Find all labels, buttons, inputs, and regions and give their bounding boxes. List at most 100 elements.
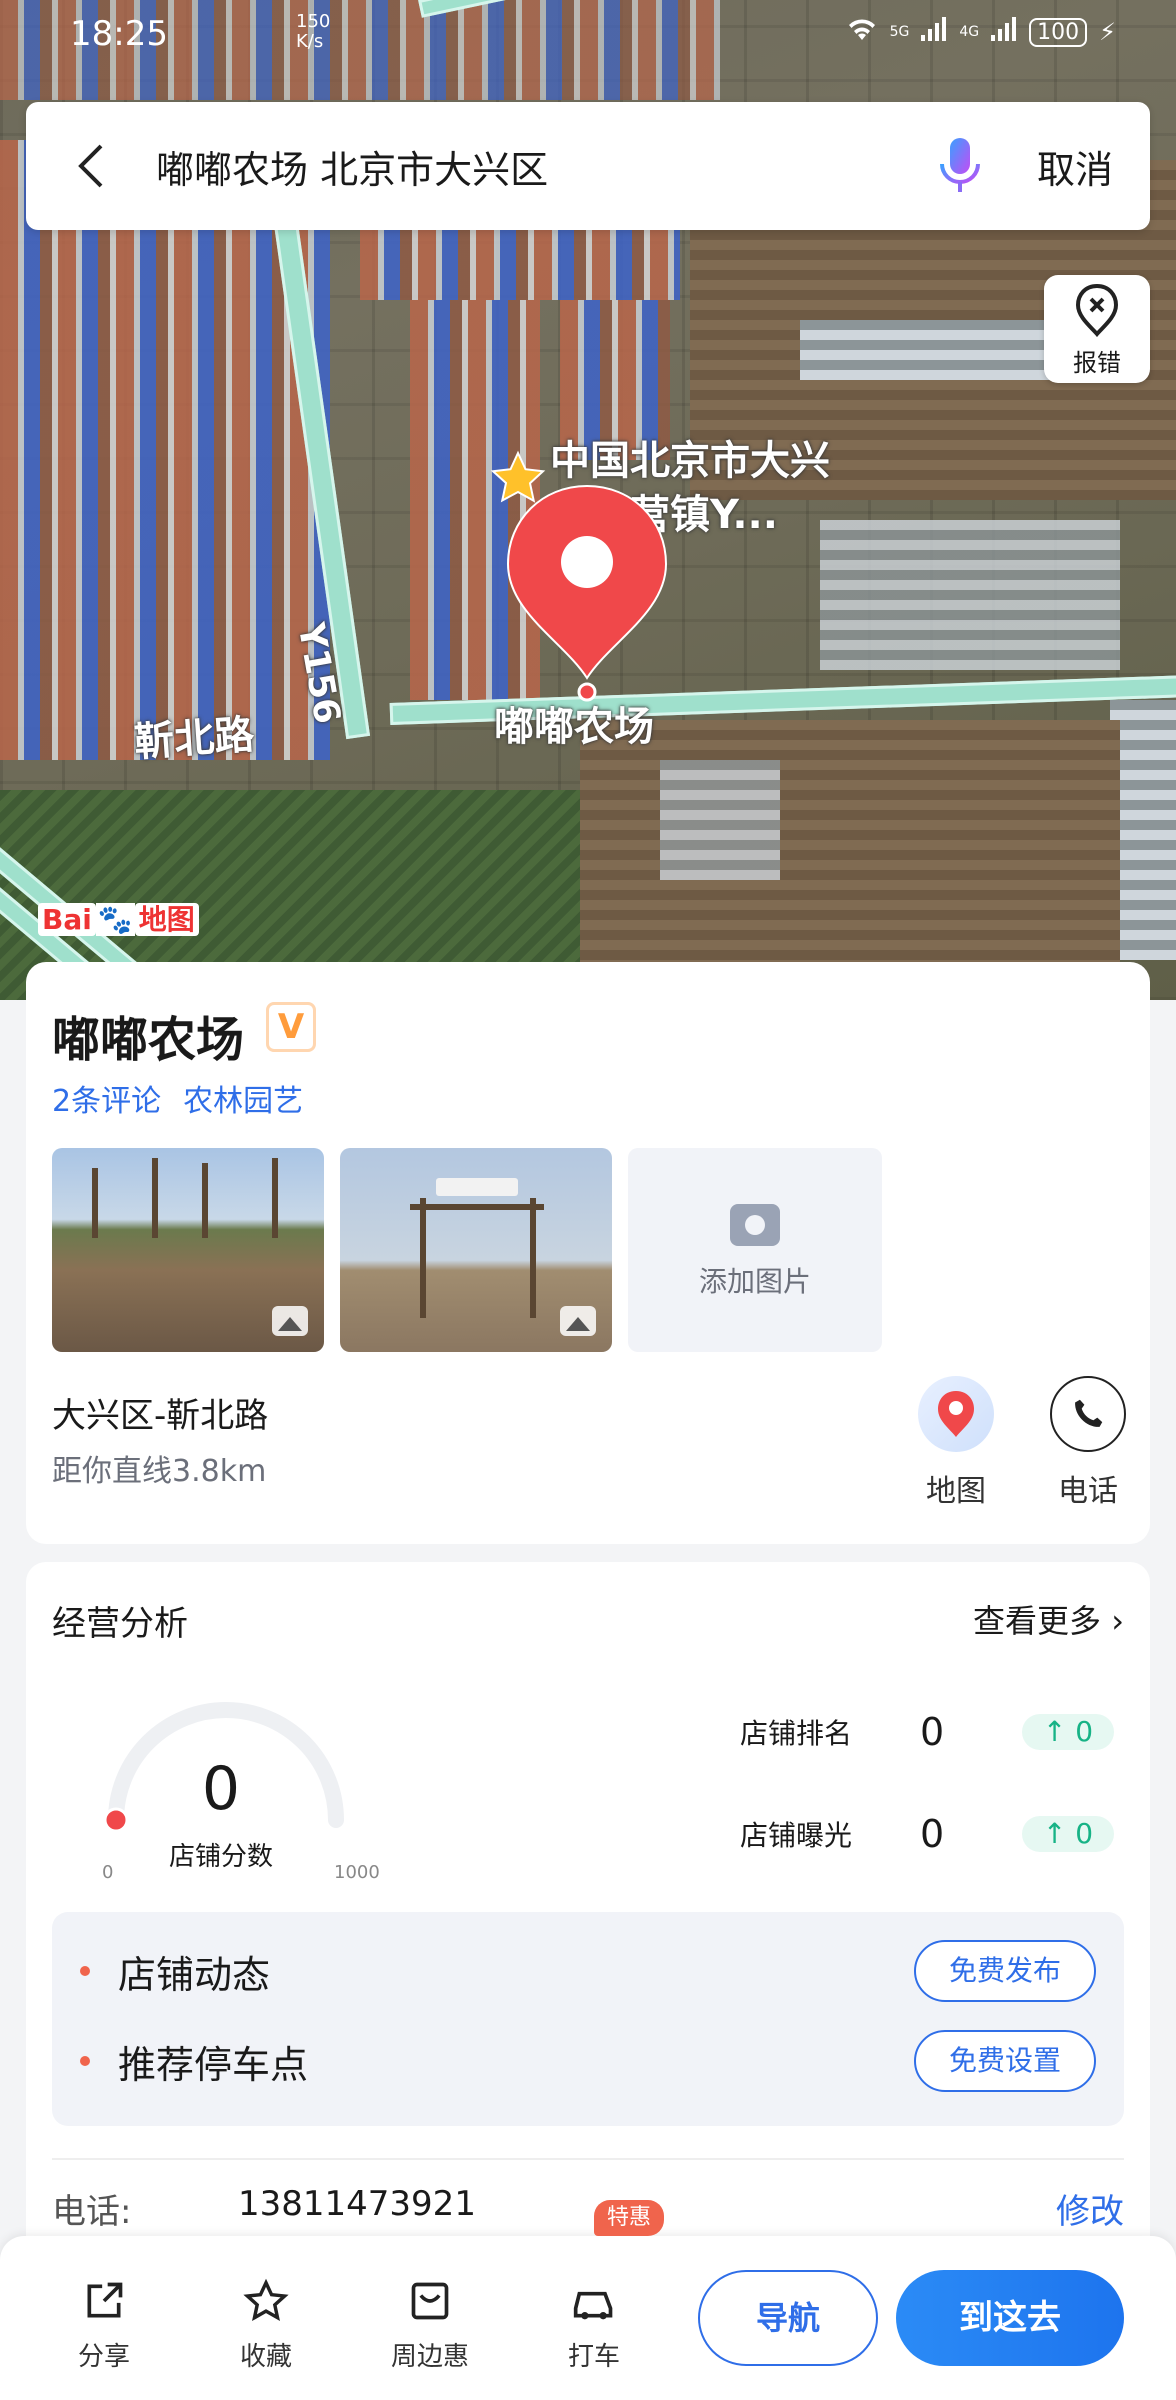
phone-icon: [1050, 1376, 1126, 1452]
map-pin-x-icon: [1075, 283, 1119, 338]
signal-4g-label: 4G: [959, 24, 980, 40]
see-more-link[interactable]: 查看更多 ›: [973, 1596, 1124, 1642]
score-min: 0: [102, 1862, 114, 1883]
signal-5g-label: 5G: [889, 24, 910, 40]
map-button-label: 地图: [926, 1474, 986, 1509]
stat-label: 店铺曝光: [740, 1819, 853, 1852]
microphone-icon: [940, 138, 980, 192]
place-distance: 距你直线3.8km: [52, 1454, 267, 1489]
favorite-label: 收藏: [239, 2342, 292, 2372]
bullet-dot: [80, 1966, 90, 1976]
stat-change: 0: [1075, 1817, 1094, 1850]
back-button[interactable]: [26, 102, 156, 230]
phone-key: 电话:: [52, 2192, 132, 2232]
camera-icon: [730, 1204, 780, 1246]
phone-row: 电话: 13811473921 修改: [52, 2158, 1124, 2233]
network-speed-value: 150: [296, 11, 331, 32]
search-bar[interactable]: 嘟嘟农场 北京市大兴区 取消: [26, 102, 1150, 230]
bullet-dot: [80, 2056, 90, 2066]
verified-badge-icon: V: [266, 1002, 316, 1052]
paw-icon: 🐾: [95, 903, 135, 936]
signal-icon-2: [991, 17, 1017, 47]
setup-free-button[interactable]: 免费设置: [914, 2030, 1096, 2092]
stat-label: 店铺排名: [740, 1717, 853, 1750]
store-score-gauge: 0 店铺分数 0 1000: [102, 1692, 396, 1883]
stat-change-badge: ↑ 0: [1022, 1714, 1115, 1750]
arrow-up-icon: ↑: [1042, 1715, 1067, 1748]
add-photo-label: 添加图片: [698, 1265, 811, 1298]
taxi-button[interactable]: 打车: [544, 2276, 644, 2373]
share-icon: [54, 2276, 154, 2326]
navigate-button[interactable]: 导航: [698, 2270, 878, 2366]
share-label: 分享: [77, 2342, 130, 2372]
place-title: 嘟嘟农场: [52, 1012, 245, 1068]
status-bar: 18:25 150 K/s 5G 4G 100 ⚡: [0, 0, 1176, 70]
image-icon: [272, 1306, 308, 1336]
report-label: 报错: [1073, 349, 1121, 377]
nearby-deals-button[interactable]: 周边惠: [380, 2276, 480, 2373]
place-photo[interactable]: [340, 1148, 612, 1352]
voice-button[interactable]: [920, 136, 1000, 196]
search-input[interactable]: 嘟嘟农场 北京市大兴区: [156, 139, 920, 194]
battery-icon: 100: [1029, 17, 1088, 47]
nearby-label: 周边惠: [390, 2342, 469, 2372]
task-row: 店铺动态 免费发布: [80, 1940, 1096, 2002]
store-tasks: 店铺动态 免费发布 推荐停车点 免费设置: [52, 1912, 1124, 2126]
stat-change: 0: [1075, 1715, 1094, 1748]
place-photo[interactable]: [52, 1148, 324, 1352]
stat-value: 0: [920, 1710, 945, 1754]
taxi-promo-badge: 特惠: [594, 2200, 664, 2236]
taxi-label: 打车: [567, 2342, 620, 2372]
poi-label-line1: 中国北京市大兴: [550, 438, 830, 484]
image-icon: [560, 1306, 596, 1336]
analysis-title: 经营分析: [52, 1604, 188, 1644]
star-icon: [216, 2276, 316, 2326]
status-icons: 5G 4G 100 ⚡: [846, 16, 1116, 48]
cancel-button[interactable]: 取消: [1000, 139, 1150, 194]
phone-button-label: 电话: [1058, 1474, 1118, 1509]
score-caption: 店铺分数: [168, 1842, 273, 1872]
category-link[interactable]: 农林园艺: [183, 1076, 303, 1120]
map-button[interactable]: 地图: [916, 1376, 996, 1510]
reviews-link[interactable]: 2条评论: [52, 1076, 161, 1120]
go-here-button[interactable]: 到这去: [896, 2270, 1124, 2366]
task-row: 推荐停车点 免费设置: [80, 2030, 1096, 2092]
place-label: 嘟嘟农场: [494, 704, 654, 750]
phone-button[interactable]: 电话: [1048, 1376, 1128, 1510]
share-button[interactable]: 分享: [54, 2276, 154, 2373]
arrow-up-icon: ↑: [1042, 1817, 1067, 1850]
signal-icon: [921, 17, 947, 47]
score-value: 0: [201, 1754, 241, 1824]
publish-free-button[interactable]: 免费发布: [914, 1940, 1096, 2002]
stat-rank: 店铺排名 0 ↑ 0: [740, 1710, 1115, 1754]
edit-link[interactable]: 修改: [1056, 2184, 1124, 2233]
location-pin-icon[interactable]: [504, 482, 670, 702]
road-label: 靳北路: [132, 711, 256, 767]
score-max: 1000: [334, 1862, 380, 1883]
network-speed: 150 K/s: [296, 12, 330, 52]
logo-text-2: 地图: [134, 903, 199, 936]
stat-change-badge: ↑ 0: [1022, 1816, 1115, 1852]
coupon-icon: [380, 2276, 480, 2326]
baidu-logo: Bai 🐾 地图: [38, 898, 199, 938]
logo-text-1: Bai: [38, 903, 96, 936]
place-meta: 2条评论 农林园艺: [52, 1076, 303, 1120]
task-label: 推荐停车点: [118, 2042, 309, 2087]
status-time: 18:25: [70, 14, 168, 54]
task-label: 店铺动态: [118, 1952, 271, 1997]
wifi-icon: [846, 16, 878, 48]
chevron-right-icon: ›: [1111, 1602, 1124, 1640]
favorite-button[interactable]: 收藏: [216, 2276, 316, 2373]
report-error-button[interactable]: 报错: [1044, 275, 1150, 383]
network-speed-unit: K/s: [296, 31, 324, 52]
chevron-left-icon: [78, 144, 103, 188]
charging-icon: ⚡: [1099, 18, 1116, 46]
place-address: 大兴区-靳北路: [52, 1396, 269, 1436]
place-info-card: 嘟嘟农场 V 2条评论 农林园艺 添加图片 大兴区-靳北路 距你直线3.8km …: [26, 962, 1150, 1544]
add-photo-button[interactable]: 添加图片: [628, 1148, 882, 1352]
see-more-label: 查看更多: [973, 1602, 1102, 1640]
stat-exposure: 店铺曝光 0 ↑ 0: [740, 1812, 1115, 1856]
taxi-icon: [544, 2276, 644, 2326]
stat-value: 0: [920, 1812, 945, 1856]
map-pin-icon: [918, 1376, 994, 1452]
